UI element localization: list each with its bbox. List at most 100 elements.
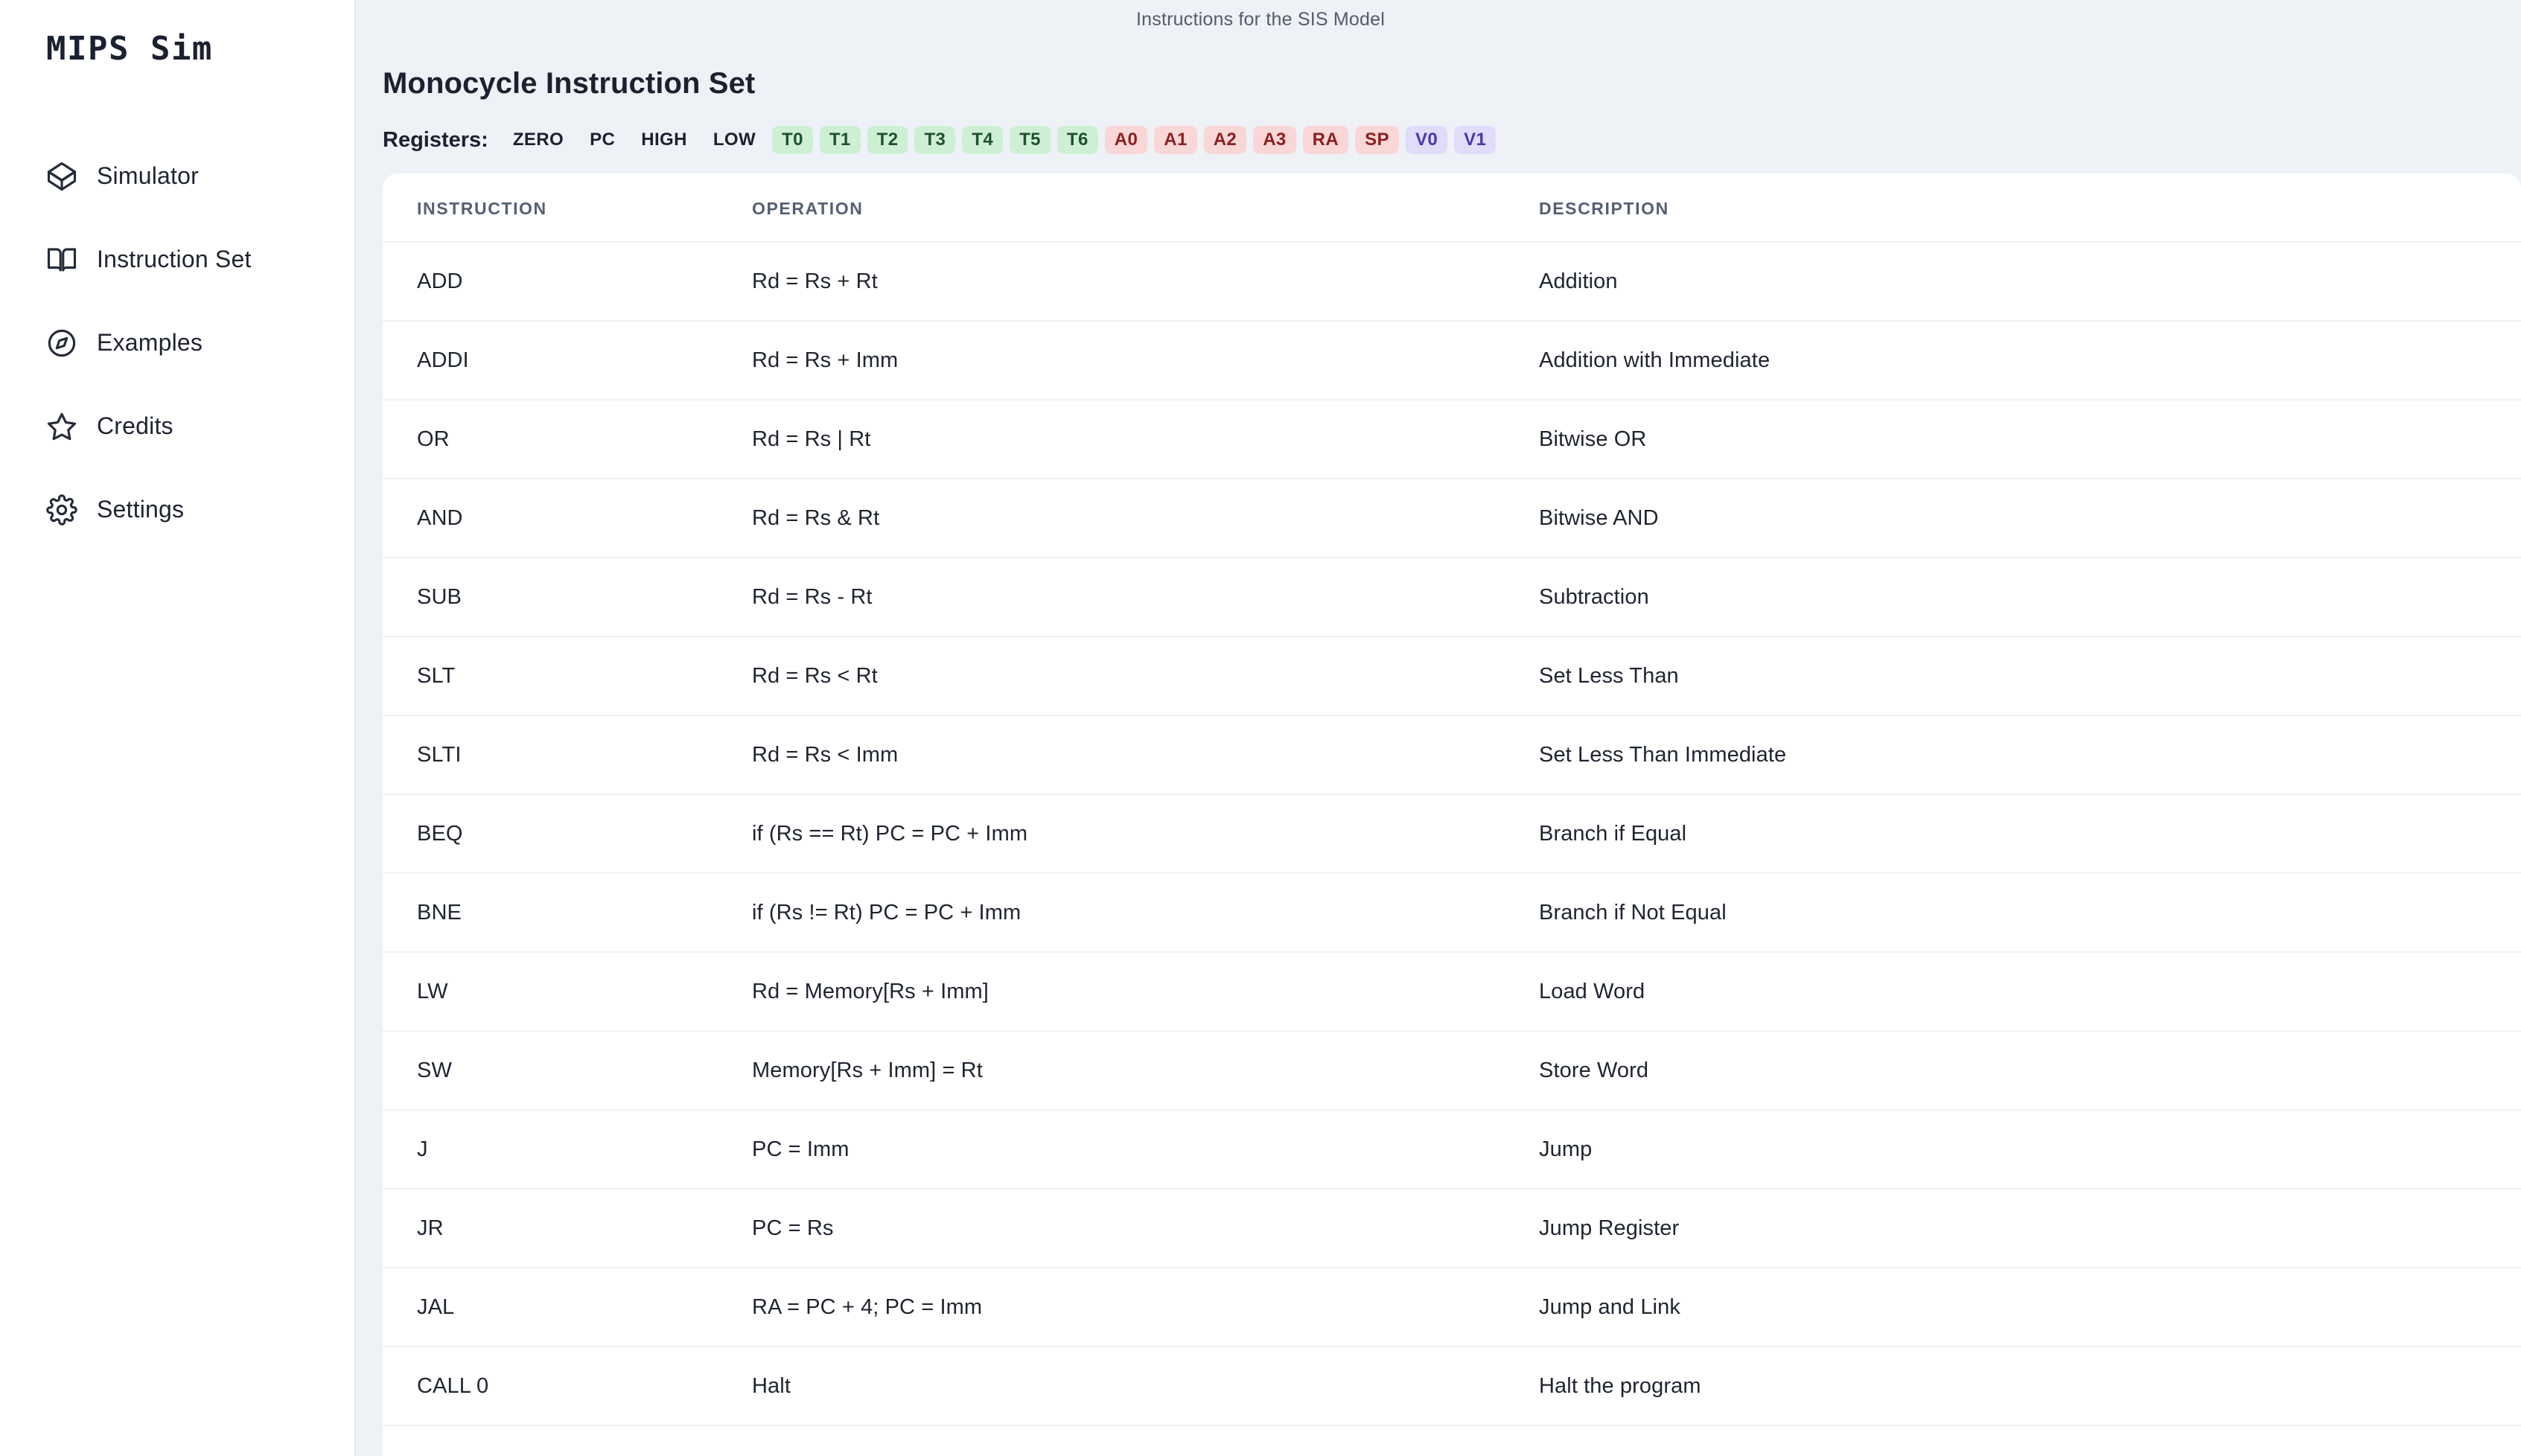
- table-row[interactable]: BNE if (Rs != Rt) PC = PC + Imm Branch if …: [383, 873, 2521, 953]
- table-header-row: INSTRUCTION OPERATION DESCRIPTION: [383, 173, 2521, 243]
- cell-instruction: ADDI: [383, 321, 752, 400]
- sidebar-item-settings[interactable]: Settings: [0, 468, 354, 552]
- cell-instruction: JAL: [383, 1268, 752, 1347]
- sidebar-item-instruction-set[interactable]: Instruction Set: [0, 218, 354, 301]
- cell-description: Addition with Immediate: [1539, 321, 2521, 400]
- sidebar-item-examples[interactable]: Examples: [0, 301, 354, 385]
- register-badge-a1[interactable]: A1: [1154, 126, 1197, 154]
- register-badge-list: ZERO PC HIGH LOW T0 T1 T2 T3 T4 T5 T6 A0 A1 A2 A3 RA SP V…: [503, 126, 1502, 154]
- table-row[interactable]: AND Rd = Rs & Rt Bitwise AND: [383, 479, 2521, 558]
- cell-instruction: AND: [383, 479, 752, 558]
- instruction-table: INSTRUCTION OPERATION DESCRIPTION ADD Rd …: [383, 173, 2521, 1456]
- register-badge-t0[interactable]: T0: [772, 126, 813, 154]
- sidebar-item-label: Simulator: [97, 162, 199, 190]
- register-badge-ra[interactable]: RA: [1302, 126, 1349, 154]
- table-row[interactable]: [383, 1425, 2521, 1456]
- register-badge-pc[interactable]: PC: [580, 126, 625, 154]
- topbar-title: Instructions for the SIS Model: [1136, 8, 1385, 30]
- table-row[interactable]: J PC = Imm Jump: [383, 1110, 2521, 1190]
- table-row[interactable]: JR PC = Rs Jump Register: [383, 1189, 2521, 1268]
- table-row[interactable]: SLTI Rd = Rs < Imm Set Less Than Immediate: [383, 715, 2521, 795]
- cell-operation: RA = PC + 4; PC = Imm: [752, 1268, 1539, 1347]
- register-badge-t5[interactable]: T5: [1010, 126, 1051, 154]
- cell-operation: Rd = Rs & Rt: [752, 479, 1539, 558]
- register-badge-a3[interactable]: A3: [1253, 126, 1296, 154]
- page-title: Monocycle Instruction Set: [383, 67, 756, 100]
- cell-description: Jump Register: [1539, 1189, 2521, 1268]
- register-badge-sp[interactable]: SP: [1355, 126, 1399, 154]
- table-row[interactable]: SW Memory[Rs + Imm] = Rt Store Word: [383, 1031, 2521, 1111]
- table-row[interactable]: BEQ if (Rs == Rt) PC = PC + Imm Branch if …: [383, 794, 2521, 874]
- sidebar-item-credits[interactable]: Credits: [0, 385, 354, 468]
- register-badge-t4[interactable]: T4: [962, 126, 1004, 154]
- star-icon: [46, 411, 77, 442]
- column-header-instruction: INSTRUCTION: [383, 173, 752, 243]
- register-badge-t2[interactable]: T2: [867, 126, 908, 154]
- cell-instruction: SW: [383, 1031, 752, 1111]
- app-root: MIPS Sim Simulator Instruction Set Example…: [0, 0, 2521, 1456]
- cell-operation: PC = Rs: [752, 1189, 1539, 1268]
- cell-operation: Halt: [752, 1347, 1539, 1426]
- cell-operation: PC = Imm: [752, 1110, 1539, 1190]
- cell-description: Jump and Link: [1539, 1268, 2521, 1347]
- cell-description: Load Word: [1539, 952, 2521, 1032]
- cell-operation: [752, 1425, 1539, 1456]
- cell-instruction: [383, 1425, 752, 1456]
- cell-instruction: JR: [383, 1189, 752, 1268]
- cell-operation: Rd = Rs + Rt: [752, 242, 1539, 322]
- sidebar-item-label: Instruction Set: [97, 246, 252, 273]
- cell-description: Bitwise OR: [1539, 400, 2521, 479]
- register-badge-low[interactable]: LOW: [704, 126, 765, 154]
- cell-description: Store Word: [1539, 1031, 2521, 1111]
- table-row[interactable]: OR Rd = Rs | Rt Bitwise OR: [383, 400, 2521, 479]
- register-badge-v1[interactable]: V1: [1454, 126, 1497, 154]
- register-badge-high[interactable]: HIGH: [631, 126, 697, 154]
- table-row[interactable]: SLT Rd = Rs < Rt Set Less Than: [383, 636, 2521, 716]
- column-header-operation: OPERATION: [752, 173, 1539, 243]
- cell-instruction: LW: [383, 952, 752, 1032]
- cell-description: Branch if Equal: [1539, 794, 2521, 874]
- main-content: Instructions for the SIS Model Monocycle…: [356, 0, 2521, 1456]
- registers-label: Registers:: [383, 127, 488, 152]
- cell-description: Jump: [1539, 1110, 2521, 1190]
- cell-operation: Rd = Rs - Rt: [752, 558, 1539, 637]
- cell-instruction: OR: [383, 400, 752, 479]
- sidebar-item-label: Examples: [97, 329, 203, 357]
- register-badge-t3[interactable]: T3: [914, 126, 956, 154]
- compass-icon: [46, 328, 77, 359]
- cell-operation: Rd = Rs < Imm: [752, 715, 1539, 795]
- register-badge-zero[interactable]: ZERO: [503, 126, 573, 154]
- cell-instruction: ADD: [383, 242, 752, 322]
- register-badge-a2[interactable]: A2: [1203, 126, 1247, 154]
- cell-operation: Memory[Rs + Imm] = Rt: [752, 1031, 1539, 1111]
- table-row[interactable]: ADD Rd = Rs + Rt Addition: [383, 242, 2521, 322]
- registers-row: Registers: ZERO PC HIGH LOW T0 T1 T2 T3 T4 T5 T6 A0…: [356, 100, 2521, 154]
- table-body: ADD Rd = Rs + Rt Addition ADDI Rd = Rs + Imm…: [383, 242, 2521, 1456]
- cell-description: Set Less Than: [1539, 636, 2521, 716]
- register-badge-a0[interactable]: A0: [1104, 126, 1148, 154]
- sidebar-nav: Simulator Instruction Set Examples Credits S…: [0, 135, 354, 552]
- table-row[interactable]: JAL RA = PC + 4; PC = Imm Jump and Link: [383, 1268, 2521, 1347]
- table-row[interactable]: CALL 0 Halt Halt the program: [383, 1347, 2521, 1426]
- sidebar: MIPS Sim Simulator Instruction Set Example…: [0, 0, 356, 1456]
- table-row[interactable]: ADDI Rd = Rs + Imm Addition with Immediate: [383, 321, 2521, 400]
- sidebar-item-label: Settings: [97, 496, 185, 523]
- sidebar-item-simulator[interactable]: Simulator: [0, 135, 354, 218]
- cell-instruction: BNE: [383, 873, 752, 953]
- cell-operation: Rd = Memory[Rs + Imm]: [752, 952, 1539, 1032]
- cell-description: Branch if Not Equal: [1539, 873, 2521, 953]
- cell-instruction: BEQ: [383, 794, 752, 874]
- topbar: Instructions for the SIS Model: [356, 0, 2521, 39]
- table-head: INSTRUCTION OPERATION DESCRIPTION: [383, 173, 2521, 243]
- register-badge-t6[interactable]: T6: [1056, 126, 1098, 154]
- book-icon: [46, 244, 77, 275]
- table-row[interactable]: SUB Rd = Rs - Rt Subtraction: [383, 558, 2521, 637]
- cell-description: Halt the program: [1539, 1347, 2521, 1426]
- cell-description: Bitwise AND: [1539, 479, 2521, 558]
- table-row[interactable]: LW Rd = Memory[Rs + Imm] Load Word: [383, 952, 2521, 1032]
- register-badge-v0[interactable]: V0: [1405, 126, 1448, 154]
- cube-icon: [46, 161, 77, 192]
- cell-instruction: SLTI: [383, 715, 752, 795]
- cell-instruction: SLT: [383, 636, 752, 716]
- register-badge-t1[interactable]: T1: [819, 126, 861, 154]
